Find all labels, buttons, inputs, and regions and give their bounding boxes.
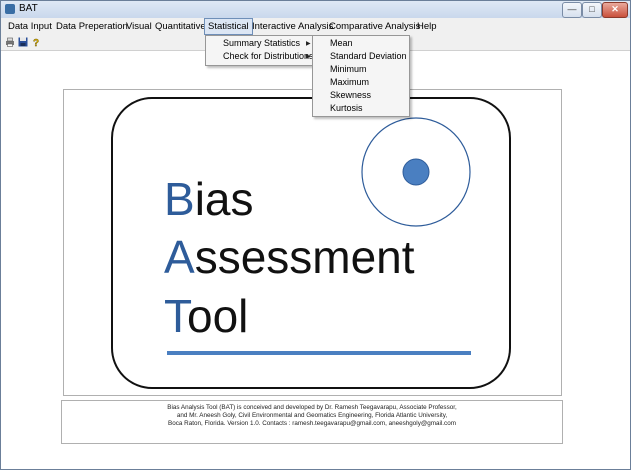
logo-panel: Bias Assessment Tool — [63, 89, 562, 396]
menu-summary-statistics[interactable]: Summary Statistics — [223, 37, 300, 50]
submenu-arrow-icon: ▶ — [306, 41, 311, 47]
menu-kurtosis[interactable]: Kurtosis — [330, 102, 363, 115]
logo-underline — [167, 351, 471, 355]
submenu-arrow-icon: ▶ — [306, 54, 311, 60]
menu-data-input[interactable]: Data Input — [5, 19, 55, 34]
menu-mean[interactable]: Mean — [330, 37, 353, 50]
help-icon[interactable]: ? — [31, 37, 41, 49]
credit-line-2: and Mr. Aneesh Goly, Civil Environmental… — [176, 412, 448, 419]
statistical-dropdown: Summary Statistics ▶ Check for Distribut… — [205, 35, 314, 66]
menu-visual[interactable]: Visual — [123, 19, 155, 34]
app-window: BAT — □ ✕ Data Input Data Preperation Vi… — [0, 0, 631, 470]
logo-rest-ssessment: ssessment — [195, 231, 415, 283]
menu-standard-deviation[interactable]: Standard Deviation — [330, 50, 407, 63]
credit-line-3: Boca Raton, Florida. Version 1.0. Contac… — [168, 420, 456, 427]
window-title: BAT — [19, 3, 38, 14]
close-button[interactable]: ✕ — [602, 2, 628, 18]
menu-interactive-analysis[interactable]: Interactive Analysis — [249, 19, 336, 34]
menu-help[interactable]: Help — [414, 19, 440, 34]
menu-maximum[interactable]: Maximum — [330, 76, 369, 89]
menu-check-distributions[interactable]: Check for Distributions — [223, 50, 314, 63]
logo-initial-b: B — [164, 173, 195, 225]
credit-line-1: Bias Analysis Tool (BAT) is conceived an… — [167, 404, 457, 411]
menu-quantitative[interactable]: Quantitative — [152, 19, 209, 34]
logo-inner-dot — [402, 158, 430, 186]
menu-bar: Data Input Data Preperation Visual Quant… — [1, 18, 630, 45]
print-icon[interactable] — [5, 37, 15, 47]
logo-rest-ool: ool — [187, 290, 248, 342]
save-icon[interactable] — [18, 37, 28, 47]
credits-panel: Bias Analysis Tool (BAT) is conceived an… — [61, 400, 563, 444]
menu-comparative-analysis[interactable]: Comparative Analysis — [326, 19, 423, 34]
menu-minimum[interactable]: Minimum — [330, 63, 367, 76]
menu-data-preperation[interactable]: Data Preperation — [53, 19, 131, 34]
bat-logo: Bias Assessment Tool — [111, 97, 511, 389]
svg-text:?: ? — [33, 38, 39, 47]
title-bar[interactable]: BAT — □ ✕ — [1, 1, 630, 19]
summary-statistics-submenu: Mean Standard Deviation Minimum Maximum … — [312, 35, 410, 117]
logo-line-tool: Tool — [164, 290, 248, 342]
maximize-button[interactable]: □ — [582, 2, 602, 18]
minimize-button[interactable]: — — [562, 2, 582, 18]
menu-statistical[interactable]: Statistical — [204, 18, 253, 35]
menu-skewness[interactable]: Skewness — [330, 89, 371, 102]
logo-rest-ias: ias — [195, 173, 254, 225]
logo-initial-a: A — [164, 231, 195, 283]
logo-line-assessment: Assessment — [164, 231, 415, 283]
logo-line-bias: Bias — [164, 173, 254, 225]
app-icon — [5, 4, 15, 14]
